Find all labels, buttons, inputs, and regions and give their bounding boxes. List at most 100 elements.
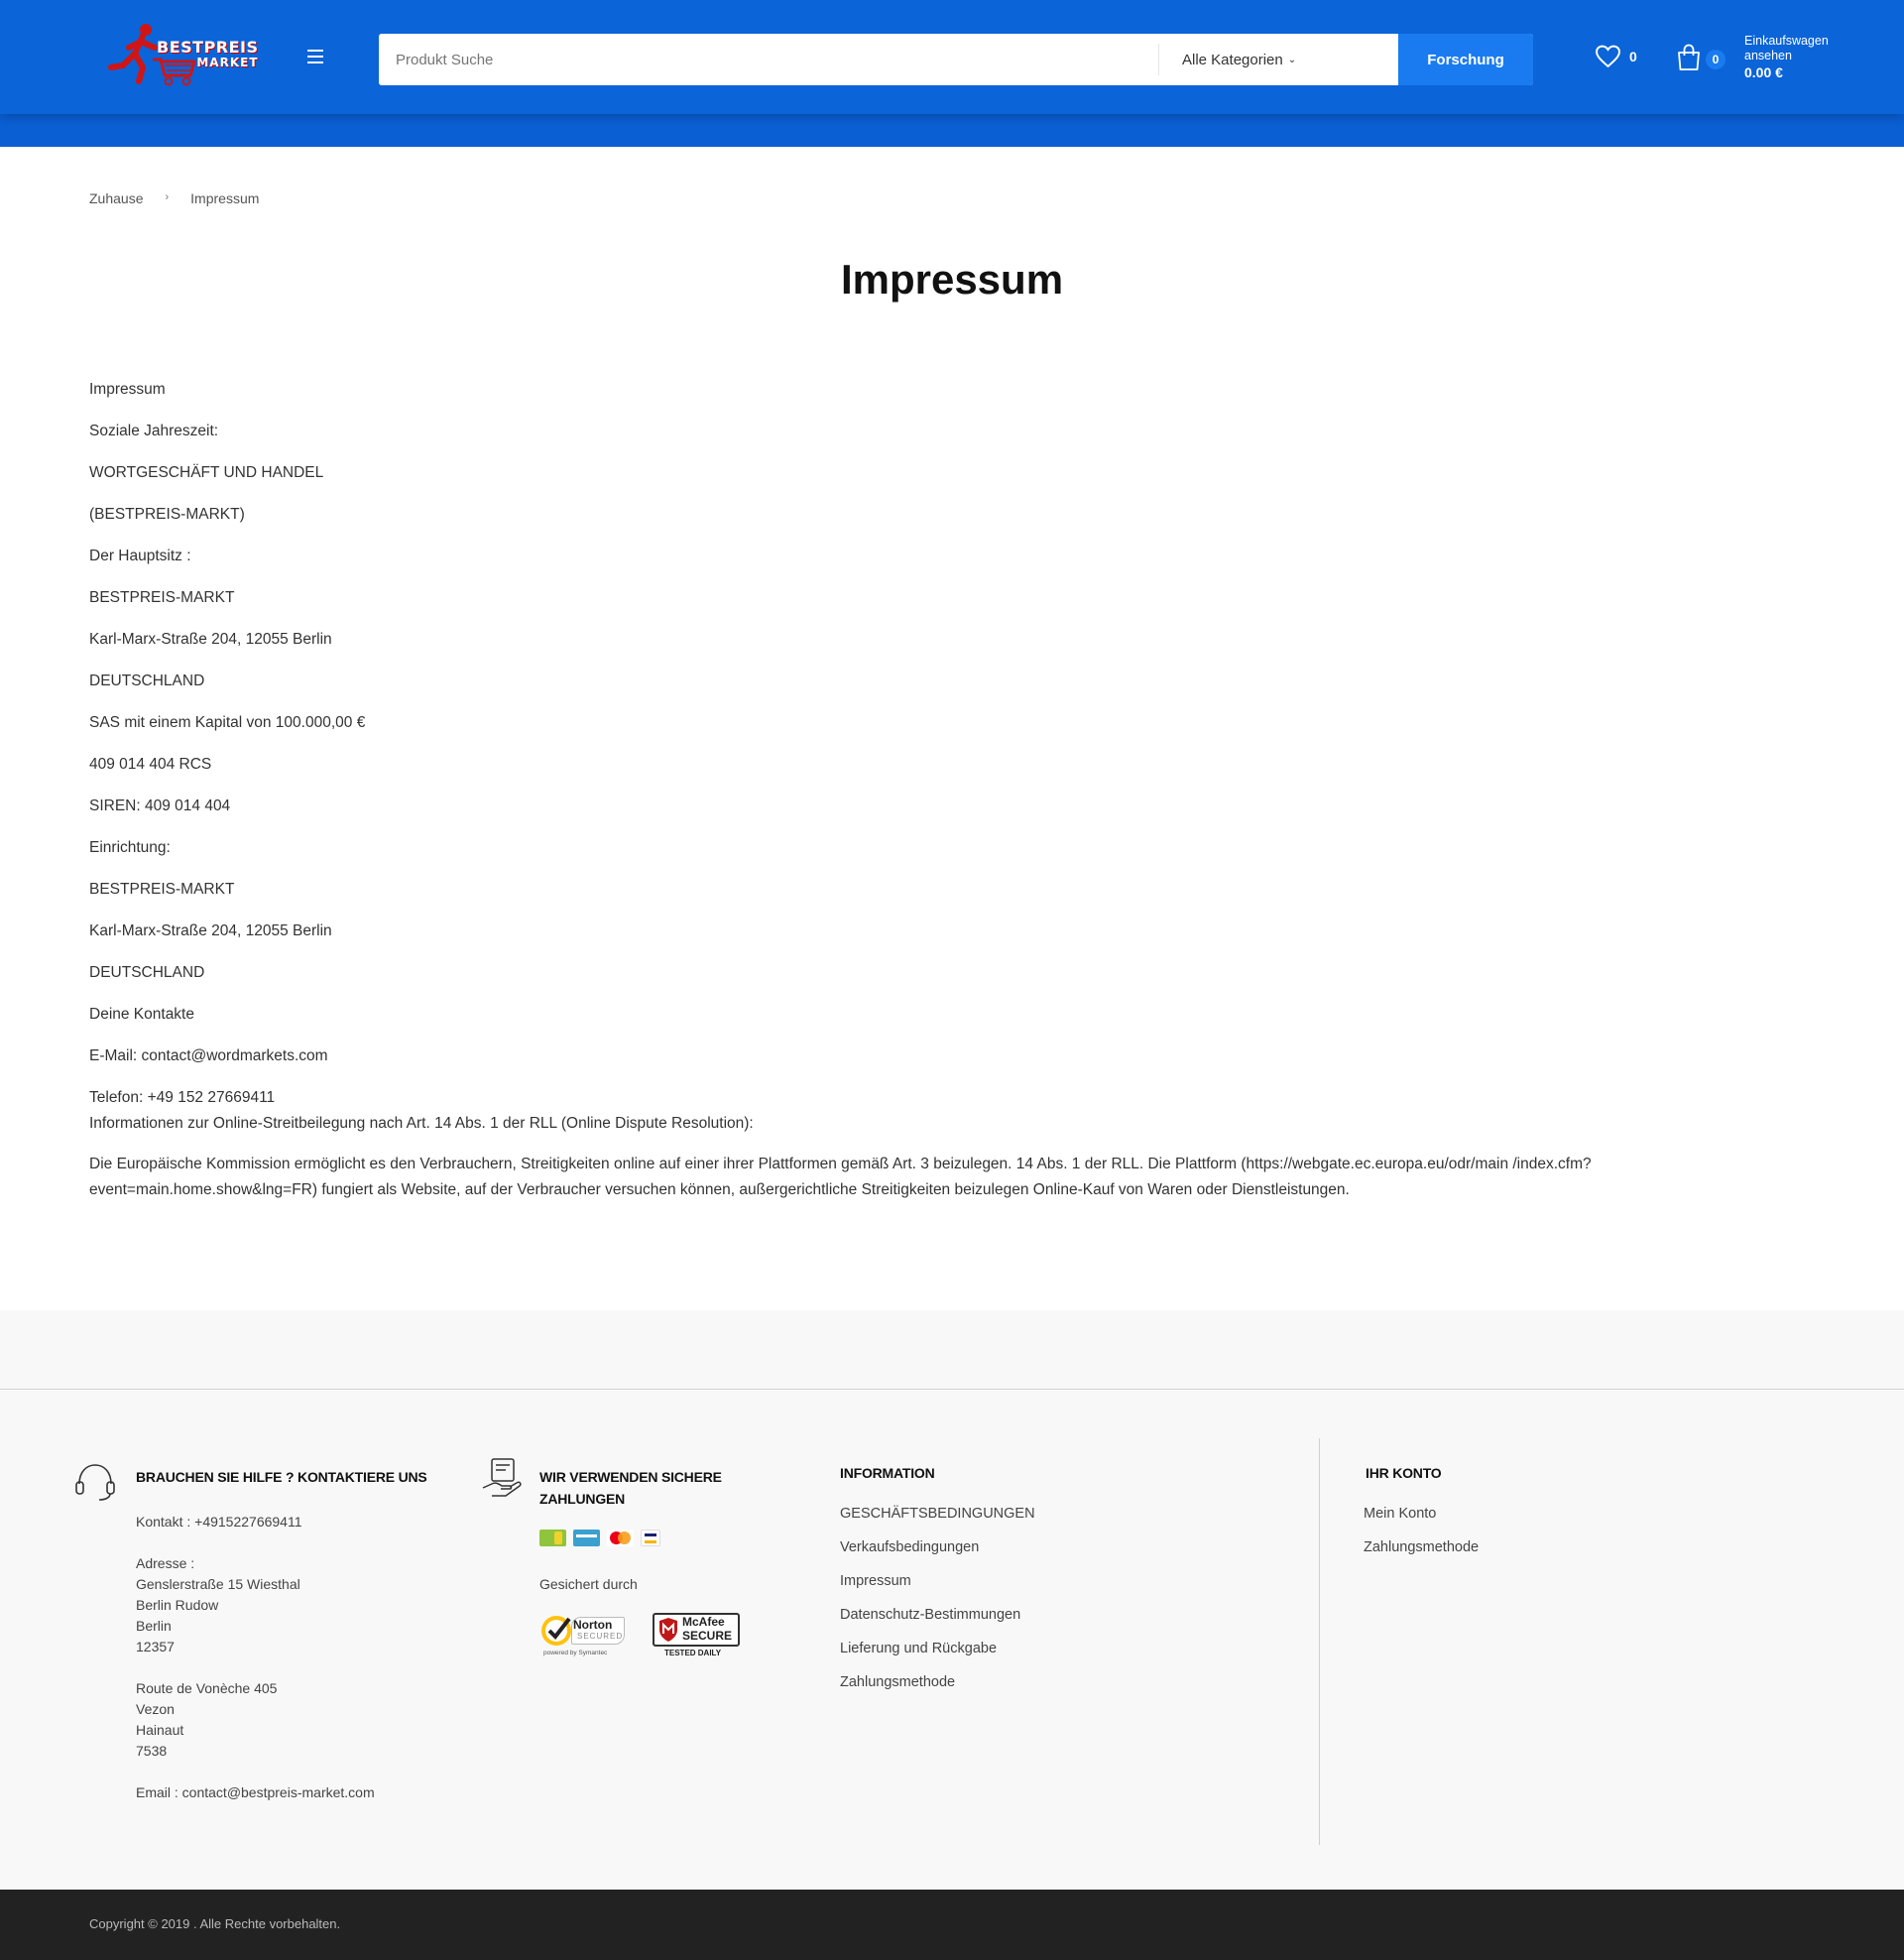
content-line: SAS mit einem Kapital von 100.000,00 € <box>89 714 366 731</box>
cart-label: Einkaufswagen ansehen <box>1744 34 1829 62</box>
content-line: WORTGESCHÄFT UND HANDEL <box>89 464 324 481</box>
breadcrumb-home-link[interactable]: Zuhause <box>89 190 143 206</box>
footer-account: IHR KONTO Mein Konto Zahlungsmethode <box>1364 1462 1661 1564</box>
category-select-label: Alle Kategorien <box>1182 51 1283 68</box>
secured-by-label: Gesichert durch <box>539 1576 638 1592</box>
footer-payment-icon-wrap <box>480 1456 524 1507</box>
logo-line1: BESTPREIS <box>157 38 259 57</box>
heart-icon <box>1596 45 1620 68</box>
footer-top-band <box>0 1310 1904 1390</box>
breadcrumb-current: Impressum <box>190 190 260 206</box>
mcafee-secure-seal: McAfee SECURE TESTED DAILY <box>653 1613 740 1658</box>
phone-line: Telefon: +49 152 27669411 <box>89 1089 276 1106</box>
content-line: (BESTPREIS-MARKT) <box>89 506 245 523</box>
footer-link-sales-conditions[interactable]: Verkaufsbedingungen <box>840 1531 1137 1564</box>
footer-address-line: Vezon <box>136 1701 175 1717</box>
hamburger-menu-icon[interactable] <box>307 50 329 67</box>
footer-link-terms[interactable]: GESCHÄFTSBEDINGUNGEN <box>840 1497 1137 1531</box>
secure-payment-hand-icon <box>482 1458 522 1497</box>
breadcrumb: Zuhause › Impressum <box>89 190 259 206</box>
wishlist-count: 0 <box>1629 49 1637 64</box>
mcafee-shield-icon <box>659 1618 677 1642</box>
footer-address-line: 12357 <box>136 1639 175 1654</box>
footer-help: BRAUCHEN SIE HILFE ? KONTAKTIERE UNS Kon… <box>136 1466 453 1803</box>
footer-link-payment-method[interactable]: Zahlungsmethode <box>840 1665 1137 1699</box>
footer-email-link[interactable]: Email : contact@bestpreis-market.com <box>136 1782 453 1803</box>
content-line: BESTPREIS-MARKT <box>89 589 235 606</box>
norton-powered: powered by Symantec <box>543 1650 608 1656</box>
footer-information-title: INFORMATION <box>840 1465 935 1481</box>
footer-address-line: 7538 <box>136 1743 168 1759</box>
chevron-down-icon: ⌄ <box>1287 54 1297 65</box>
mcafee-sub: SECURE <box>682 1629 733 1643</box>
footer-account-title: IHR KONTO <box>1366 1465 1442 1481</box>
headset-icon <box>75 1464 115 1501</box>
footer-link-delivery-returns[interactable]: Lieferung und Rückgabe <box>840 1632 1137 1665</box>
cart-summary[interactable]: Einkaufswagen ansehen 0.00 € <box>1744 34 1853 81</box>
footer-link-account-payment-method[interactable]: Zahlungsmethode <box>1364 1531 1661 1564</box>
content-line: Karl-Marx-Straße 204, 12055 Berlin <box>89 922 332 939</box>
footer-divider <box>1319 1438 1320 1845</box>
wishlist-link[interactable]: 0 <box>1595 45 1637 68</box>
security-seals: Norton SECURED powered by Symantec McAfe… <box>539 1613 777 1658</box>
footer-address-line: Berlin Rudow <box>136 1597 219 1613</box>
content-line: SIREN: 409 014 404 <box>89 797 231 814</box>
content-line: DEUTSCHLAND <box>89 673 205 689</box>
norton-label: Norton <box>573 1618 613 1632</box>
category-select[interactable]: Alle Kategorien ⌄ <box>1158 44 1398 75</box>
content-line: BESTPREIS-MARKT <box>89 881 235 898</box>
content-line: Impressum <box>89 381 166 398</box>
copyright-bar: Copyright © 2019 . Alle Rechte vorbehalt… <box>0 1890 1904 1960</box>
cart-total: 0.00 € <box>1744 64 1783 80</box>
content-line: Soziale Jahreszeit: <box>89 423 219 439</box>
footer-address-line: Hainaut <box>136 1722 184 1738</box>
content-line: E-Mail: contact@wordmarkets.com <box>89 1047 328 1064</box>
search-button[interactable]: Forschung <box>1398 34 1533 85</box>
site-logo[interactable]: BESTPREIS MARKET <box>99 22 258 91</box>
norton-secured-seal: Norton SECURED powered by Symantec <box>539 1613 625 1658</box>
content-line: Der Hauptsitz : <box>89 548 191 564</box>
footer-address-label: Adresse : <box>136 1555 195 1571</box>
footer-link-my-account[interactable]: Mein Konto <box>1364 1497 1661 1531</box>
header-bar: BESTPREIS MARKET Alle Kategorien ⌄ Forsc… <box>0 0 1904 114</box>
impressum-content: Impressum Soziale Jahreszeit: WORTGESCHÄ… <box>89 377 1636 1203</box>
bank-transfer-icon <box>573 1530 600 1546</box>
norton-check-icon <box>541 1616 571 1646</box>
logo-line2: MARKET <box>196 56 259 69</box>
footer-address-line: Genslerstraße 15 Wiesthal <box>136 1576 300 1592</box>
mcafee-label: McAfee <box>682 1615 725 1629</box>
content-line: Einrichtung: <box>89 839 171 856</box>
search-input[interactable] <box>379 34 1158 85</box>
payment-icons <box>539 1530 777 1546</box>
odr-text: Die Europäische Kommission ermöglicht es… <box>89 1156 1592 1198</box>
search-bar: Alle Kategorien ⌄ Forschung <box>379 34 1533 85</box>
footer-payments: WIR VERWENDEN SICHERE ZAHLUNGEN Gesicher… <box>539 1466 777 1658</box>
footer-contact: Kontakt : +4915227669411 <box>136 1514 302 1530</box>
page-title: Impressum <box>840 256 1064 303</box>
footer-payments-title-1: WIR VERWENDEN SICHERE <box>539 1469 722 1485</box>
cart-count-badge: 0 <box>1706 50 1726 69</box>
copyright-text: Copyright © 2019 . Alle Rechte vorbehalt… <box>89 1916 341 1931</box>
footer-help-icon-wrap <box>73 1460 117 1509</box>
shopping-bag-icon <box>1678 44 1700 70</box>
content-line: Karl-Marx-Straße 204, 12055 Berlin <box>89 631 332 648</box>
mcafee-tested: TESTED DAILY <box>664 1649 722 1657</box>
content-line: DEUTSCHLAND <box>89 964 205 981</box>
footer-payments-title-2: ZAHLUNGEN <box>539 1491 626 1507</box>
footer-link-privacy[interactable]: Datenschutz-Bestimmungen <box>840 1598 1137 1632</box>
gift-card-icon <box>539 1530 566 1546</box>
cart-link[interactable]: 0 <box>1676 44 1726 71</box>
logo-text: BESTPREIS MARKET <box>157 38 259 69</box>
mastercard-icon <box>607 1530 634 1546</box>
norton-sub: SECURED <box>577 1632 624 1641</box>
content-line: Deine Kontakte <box>89 1006 194 1023</box>
breadcrumb-separator-icon: › <box>165 191 170 203</box>
footer-help-title: BRAUCHEN SIE HILFE ? KONTAKTIERE UNS <box>136 1469 427 1485</box>
footer-address-line: Berlin <box>136 1618 172 1634</box>
footer-information: INFORMATION GESCHÄFTSBEDINGUNGEN Verkauf… <box>840 1462 1137 1699</box>
odr-info: Informationen zur Online-Streitbeilegung… <box>89 1115 754 1132</box>
visa-icon <box>641 1530 660 1546</box>
content-line: 409 014 404 RCS <box>89 756 212 773</box>
footer-address-line: Route de Vonèche 405 <box>136 1680 278 1696</box>
footer-link-impressum[interactable]: Impressum <box>840 1564 1137 1598</box>
